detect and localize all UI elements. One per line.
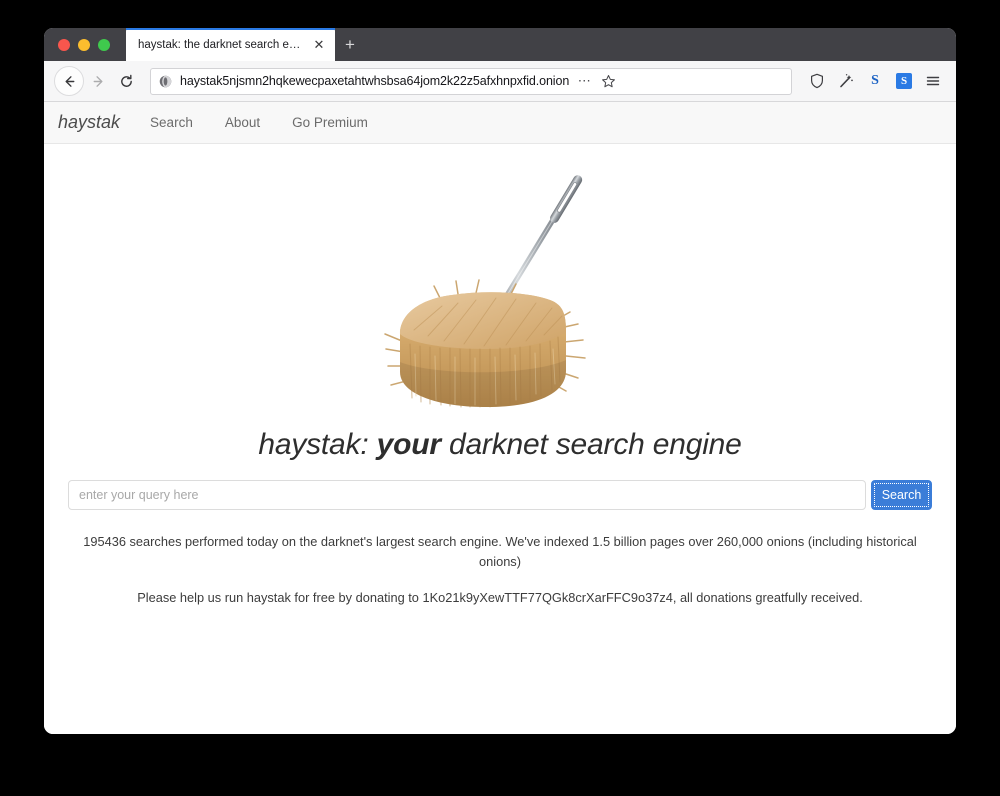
site-brand-haystak[interactable]: haystak [58,112,120,133]
hero-section: haystak: your darknet search engine Sear… [44,144,956,607]
back-arrow-icon [62,74,77,89]
menu-icon[interactable] [920,68,946,94]
page-title-suffix: darknet search engine [441,428,742,461]
s-letter-glyph: S [871,73,879,89]
new-tab-icon[interactable]: + [335,28,365,61]
browser-extension-icons: S S [804,68,946,94]
page-viewport: haystak Search About Go Premium [44,102,956,734]
tab-strip: haystak: the darknet search engine ✕ + [44,28,956,61]
browser-window: haystak: the darknet search engine ✕ + [44,28,956,734]
back-button[interactable] [54,66,84,96]
tab-title: haystak: the darknet search engine [138,39,303,51]
shield-icon[interactable] [804,68,830,94]
bookmark-star-icon[interactable] [597,70,619,92]
address-bar[interactable]: haystak5njsmn2hqkewecpaxetahtwhsbsa64jom… [150,68,792,95]
page-actions-icon[interactable]: ⋯ [573,70,595,92]
hay-bale-graphic [385,280,585,407]
donation-text: Please help us run haystak for free by d… [80,588,920,608]
page-title-emphasis: your [377,428,441,461]
close-window-button[interactable] [58,39,70,51]
page-title: haystak: your darknet search engine [44,428,956,462]
browser-toolbar: haystak5njsmn2hqkewecpaxetahtwhsbsa64jom… [44,61,956,102]
onion-site-icon[interactable] [159,75,172,88]
site-navbar: haystak Search About Go Premium [44,102,956,144]
browser-tab-active[interactable]: haystak: the darknet search engine ✕ [126,28,335,61]
wand-icon[interactable] [833,68,859,94]
page-title-prefix: haystak: [258,428,376,461]
reload-button[interactable] [112,67,140,95]
s-badge-glyph: S [896,73,912,89]
s-letter-icon[interactable]: S [862,68,888,94]
forward-arrow-icon [91,74,106,89]
search-row: Search [68,480,932,510]
nav-link-about[interactable]: About [225,115,260,130]
s-badge-icon[interactable]: S [891,68,917,94]
reload-arrow-icon [119,74,134,89]
nav-link-go-premium[interactable]: Go Premium [292,115,368,130]
url-text: haystak5njsmn2hqkewecpaxetahtwhsbsa64jom… [180,74,569,88]
forward-button[interactable] [84,67,112,95]
stats-text: 195436 searches performed today on the d… [80,532,920,572]
maximize-window-button[interactable] [98,39,110,51]
window-traffic-lights [44,39,120,61]
close-tab-icon[interactable]: ✕ [311,37,327,53]
address-bar-actions: ⋯ [573,70,619,92]
search-input[interactable] [68,480,866,510]
minimize-window-button[interactable] [78,39,90,51]
haystack-with-needle-illustration [380,166,620,414]
nav-link-search[interactable]: Search [150,115,193,130]
search-button[interactable]: Search [871,480,932,510]
